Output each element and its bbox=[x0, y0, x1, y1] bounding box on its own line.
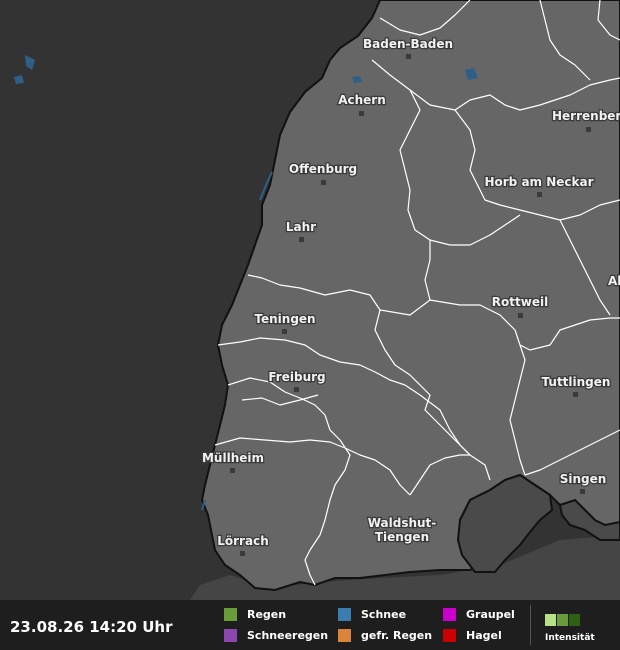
legend-item-graupel: Graupel bbox=[443, 608, 515, 621]
legend-item-hagel: Hagel bbox=[443, 629, 502, 642]
city-marker-icon bbox=[406, 54, 411, 59]
city-marker-icon bbox=[240, 551, 245, 556]
intensity-swatch-mid bbox=[557, 614, 568, 626]
swatch-graupel bbox=[443, 608, 456, 621]
legend-item-regen: Regen bbox=[224, 608, 286, 621]
legend-divider bbox=[530, 605, 531, 645]
city-marker-icon bbox=[573, 392, 578, 397]
swatch-schnee bbox=[338, 608, 351, 621]
legend-item-gefr-regen: gefr. Regen bbox=[338, 629, 432, 642]
intensity-scale: Intensität bbox=[545, 611, 595, 643]
legend-label: Schneeregen bbox=[247, 629, 329, 642]
legend-label: Regen bbox=[247, 608, 287, 621]
legend-label: Schnee bbox=[361, 608, 407, 621]
weather-map[interactable]: Baden-Baden Achern Herrenberg Offenburg … bbox=[0, 0, 620, 600]
city-al-partial[interactable]: Al bbox=[607, 273, 620, 290]
city-label: Horb am Neckar bbox=[484, 175, 593, 189]
city-label: Singen bbox=[560, 472, 607, 486]
intensity-swatch-low bbox=[545, 614, 556, 626]
intensity-label: Intensität bbox=[545, 633, 595, 643]
city-label-line2: Tiengen bbox=[375, 530, 429, 544]
city-label: Müllheim bbox=[202, 451, 264, 465]
city-label: Lahr bbox=[286, 220, 316, 234]
swatch-schneeregen bbox=[224, 629, 237, 642]
city-label: Rottweil bbox=[492, 295, 548, 309]
city-label-line1: Waldshut- bbox=[368, 516, 437, 530]
city-marker-icon bbox=[537, 192, 542, 197]
city-marker-icon bbox=[586, 127, 591, 132]
city-label: Baden-Baden bbox=[363, 37, 453, 51]
legend-item-schnee: Schnee bbox=[338, 608, 406, 621]
intensity-swatches bbox=[545, 611, 595, 630]
city-label: Freiburg bbox=[268, 370, 325, 384]
legend-label: Hagel bbox=[466, 629, 502, 642]
swatch-hagel bbox=[443, 629, 456, 642]
city-label: Herrenberg bbox=[552, 109, 620, 123]
legend-label: Graupel bbox=[466, 608, 515, 621]
legend-label: gefr. Regen bbox=[361, 629, 433, 642]
timestamp: 23.08.26 14:20 Uhr bbox=[10, 618, 173, 636]
city-marker-icon bbox=[359, 111, 364, 116]
city-label: Tuttlingen bbox=[542, 375, 611, 389]
city-label: Lörrach bbox=[217, 534, 268, 548]
city-marker-icon bbox=[294, 387, 299, 392]
swatch-gefr-regen bbox=[338, 629, 351, 642]
legend-item-schneeregen: Schneeregen bbox=[224, 629, 328, 642]
city-waldshut-tiengen[interactable]: Waldshut- Tiengen bbox=[366, 515, 437, 546]
city-label: Offenburg bbox=[289, 162, 357, 176]
city-label: Achern bbox=[338, 93, 386, 107]
city-marker-icon bbox=[321, 180, 326, 185]
city-label: Al bbox=[608, 274, 620, 288]
city-marker-icon bbox=[299, 237, 304, 242]
city-marker-icon bbox=[518, 313, 523, 318]
legend-bar: 23.08.26 14:20 Uhr Regen Schneeregen Sch… bbox=[0, 600, 620, 650]
city-marker-icon bbox=[580, 489, 585, 494]
city-marker-icon bbox=[282, 329, 287, 334]
city-label: Teningen bbox=[254, 312, 315, 326]
city-marker-icon bbox=[230, 468, 235, 473]
intensity-swatch-high bbox=[569, 614, 580, 626]
swatch-regen bbox=[224, 608, 237, 621]
